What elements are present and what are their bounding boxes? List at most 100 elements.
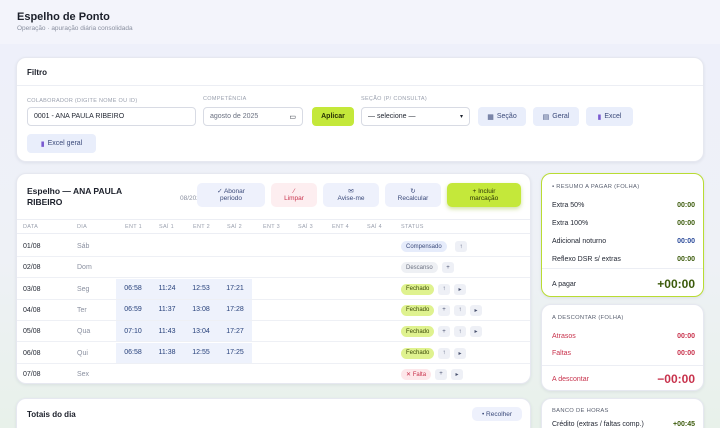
calendar-icon[interactable]: ▭	[289, 113, 296, 121]
pay-total-row: A pagar +00:00	[552, 277, 695, 291]
play-icon[interactable]: ▸	[454, 347, 466, 359]
pay-label: Extra 50%	[552, 202, 585, 209]
time-cell[interactable]: 13:08	[184, 299, 218, 320]
table-row[interactable]: 03/08 Seg 06:58 11:24 12:53 17:21 Fechado ↑ ▸	[17, 278, 530, 300]
discount-label: Atrasos	[552, 333, 576, 340]
column-header: SAÍ 3	[298, 224, 313, 230]
info-icon[interactable]: ↑	[455, 241, 467, 252]
info-icon[interactable]: ↑	[438, 347, 450, 359]
avisar-button[interactable]: ✉ Avise-me	[323, 183, 379, 207]
filter-title: Filtro	[27, 68, 47, 77]
table-row[interactable]: 07/08 Sex ✕ Falta + ▸	[17, 364, 530, 383]
time-cell[interactable]: 17:21	[218, 278, 252, 299]
add-icon[interactable]: +	[442, 262, 454, 274]
status-badge: Compensado	[401, 241, 447, 252]
play-icon[interactable]: ▸	[470, 304, 482, 316]
discount-row: Atrasos 00:00	[552, 333, 695, 340]
time-cell[interactable]: 17:28	[218, 299, 252, 320]
table-row[interactable]: 06/08 Qui 06:58 11:38 12:55 17:25 Fechado ↑ ▸	[17, 342, 530, 364]
time-cell[interactable]: 11:43	[150, 321, 184, 342]
column-header: ENT 3	[263, 224, 280, 230]
limpar-button[interactable]: ⁄ Limpar	[271, 183, 317, 207]
summary-pay-title: ▪ RESUMO A PAGAR (FOLHA)	[552, 184, 640, 190]
time-cell[interactable]: 06:58	[116, 342, 150, 363]
excel-button-label: Excel	[604, 113, 622, 120]
weekday-cell: Ter	[77, 306, 87, 314]
time-cell[interactable]: 13:04	[184, 321, 218, 342]
table-row[interactable]: 05/08 Qua 07:10 11:43 13:04 17:27 Fechado + ↑ ▸	[17, 321, 530, 343]
info-icon[interactable]: ↑	[438, 283, 450, 295]
limpar-label: ⁄ Limpar	[284, 188, 304, 202]
add-icon[interactable]: +	[438, 326, 450, 338]
recalcular-label: ↻ Recalcular	[397, 188, 429, 202]
section-button[interactable]: ▦ Seção	[478, 107, 526, 126]
time-cell[interactable]: 07:10	[116, 321, 150, 342]
time-cell[interactable]: 11:24	[150, 278, 184, 299]
date-cell: 06/08	[23, 349, 41, 357]
info-icon[interactable]: ↑	[454, 304, 466, 316]
pay-value: 00:00	[677, 202, 695, 209]
time-cell[interactable]: 12:53	[184, 278, 218, 299]
status-badge: Descanso	[401, 262, 438, 274]
weekday-cell: Dom	[77, 264, 92, 272]
time-cell[interactable]: 06:58	[116, 278, 150, 299]
add-icon[interactable]: +	[438, 304, 450, 316]
collapse-button[interactable]: • Recolher	[472, 407, 522, 421]
play-icon[interactable]: ▸	[451, 368, 463, 380]
pay-row: Extra 100% 00:00	[552, 220, 695, 227]
collaborator-input[interactable]: 0001 - ANA PAULA RIBEIRO	[27, 107, 196, 126]
status-badge: ✕ Falta	[401, 368, 432, 380]
divider	[542, 268, 703, 269]
excel-button[interactable]: ▮ Excel	[586, 107, 633, 126]
time-cell[interactable]: 11:37	[150, 299, 184, 320]
competence-input[interactable]: agosto de 2025 ▭	[203, 107, 303, 126]
table-row[interactable]: 04/08 Ter 06:59 11:37 13:08 17:28 Fechado + ↑ ▸	[17, 299, 530, 321]
abonar-button[interactable]: ✓ Abonar período	[197, 183, 265, 207]
grid-icon: ▤	[542, 113, 550, 121]
section-value: — selecione —	[368, 113, 416, 120]
status-badge: Fechado	[401, 347, 435, 359]
general-button[interactable]: ▤ Geral	[533, 107, 579, 126]
section-select[interactable]: — selecione — ▾	[361, 107, 470, 126]
time-cell[interactable]: 17:25	[218, 342, 252, 363]
pay-row: Reflexo DSR s/ extras 00:00	[552, 256, 695, 263]
info-icon[interactable]: ↑	[454, 326, 466, 338]
summary-discount-card: A DESCONTAR (FOLHA) Atrasos 00:00 Faltas…	[541, 304, 704, 391]
column-header: ENT 2	[193, 224, 210, 230]
pay-label: Adicional noturno	[552, 238, 607, 245]
discount-label: Faltas	[552, 350, 572, 357]
weekday-cell: Seg	[77, 285, 90, 293]
column-header: SAÍ 1	[159, 224, 174, 230]
recalcular-button[interactable]: ↻ Recalcular	[385, 183, 441, 207]
excel-general-button[interactable]: ▮ Excel geral	[27, 134, 96, 153]
column-header: ENT 4	[332, 224, 349, 230]
weekday-cell: Qua	[77, 328, 91, 336]
totals-card: Totais do dia • Recolher	[16, 398, 531, 428]
abonar-label: ✓ Abonar período	[217, 188, 245, 202]
incluir-marcacao-button[interactable]: + Incluir marcação	[447, 183, 521, 207]
time-cell[interactable]: 12:55	[184, 342, 218, 363]
mirror-card: Espelho — ANA PAULA RIBEIRO 08/2025 ✓ Ab…	[16, 173, 531, 384]
competence-label: COMPETÊNCIA	[203, 96, 247, 102]
top-header: Espelho de Ponto Operação · apuração diá…	[0, 0, 720, 44]
column-header: DATA	[23, 224, 39, 230]
table-row[interactable]: 02/08 Dom Descanso +	[17, 257, 530, 279]
apply-button[interactable]: Aplicar	[312, 107, 354, 126]
filter-card: Filtro COLABORADOR (digite nome ou ID) 0…	[16, 57, 704, 162]
weekday-cell: Sáb	[77, 243, 90, 250]
column-header: STATUS	[401, 224, 424, 230]
pay-total-value: +00:00	[657, 277, 695, 291]
play-icon[interactable]: ▸	[470, 326, 482, 338]
play-icon[interactable]: ▸	[454, 283, 466, 295]
discount-value: 00:00	[677, 333, 695, 340]
hours-bank-label: Crédito (extras / faltas comp.)	[552, 421, 644, 428]
table-row[interactable]: 01/08 Sáb Compensado ↑	[17, 236, 530, 257]
time-cell[interactable]: 06:59	[116, 299, 150, 320]
building-icon: ▦	[487, 113, 494, 121]
discount-total-value: −00:00	[657, 372, 695, 386]
time-cell[interactable]: 17:27	[218, 321, 252, 342]
pay-row: Adicional noturno 00:00	[552, 238, 695, 245]
add-icon[interactable]: +	[435, 368, 447, 380]
collaborator-label: COLABORADOR (digite nome ou ID)	[27, 98, 138, 104]
time-cell[interactable]: 11:38	[150, 342, 184, 363]
